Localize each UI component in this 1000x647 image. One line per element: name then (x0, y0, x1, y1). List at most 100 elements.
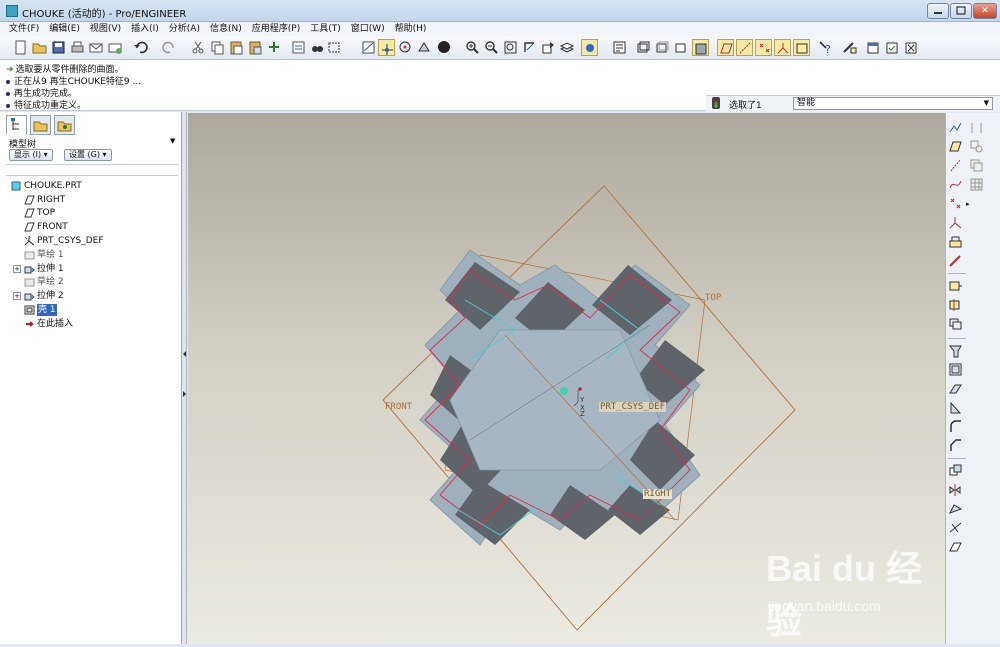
selection-box-icon[interactable] (326, 39, 343, 56)
redo-icon[interactable] (161, 39, 178, 56)
layers-icon[interactable] (559, 39, 576, 56)
email-attach-icon[interactable] (107, 39, 124, 56)
hidden-line-icon[interactable] (654, 39, 671, 56)
menu-view[interactable]: 视图(V) (85, 22, 126, 36)
menu-insert[interactable]: 插入(I) (126, 22, 164, 36)
regenerate-icon[interactable] (266, 39, 283, 56)
pattern-tool-icon[interactable] (969, 120, 984, 135)
hole-tool-icon[interactable] (948, 343, 963, 358)
shell-tool-icon[interactable] (948, 362, 963, 377)
toolbar-expand-icon[interactable]: ▸ (966, 200, 970, 208)
saved-views-icon[interactable] (540, 39, 557, 56)
rib-tool-icon[interactable] (948, 381, 963, 396)
sweep-tool-icon[interactable] (948, 316, 963, 331)
datum-point-tool-icon[interactable] (948, 196, 963, 211)
window-activate-icon[interactable] (884, 39, 901, 56)
chevron-down-icon[interactable]: ▼ (170, 137, 175, 145)
expand-plus-icon[interactable]: + (13, 265, 21, 273)
offset-tool-icon[interactable] (969, 158, 984, 173)
copy-feature-icon[interactable] (948, 463, 963, 478)
datum-label-top: TOP (705, 293, 722, 303)
email-icon[interactable] (88, 39, 105, 56)
close-button[interactable]: ✕ (973, 3, 997, 19)
new-file-icon[interactable] (12, 39, 29, 56)
zoom-in-icon[interactable] (464, 39, 481, 56)
csys-icon (24, 236, 35, 246)
window-new-icon[interactable] (865, 39, 882, 56)
reorient-icon[interactable] (521, 39, 538, 56)
datum-axis-tool-icon[interactable] (948, 158, 963, 173)
menu-applications[interactable]: 应用程序(P) (247, 22, 305, 36)
window-close-icon[interactable] (903, 39, 920, 56)
minimize-icon (934, 12, 942, 14)
orient-mode-icon[interactable] (397, 39, 414, 56)
menu-bar: 文件(F) 编辑(E) 视图(V) 插入(I) 分析(A) 信息(N) 应用程序(P) 工具(… (0, 22, 1000, 36)
datum-plane-tool-icon[interactable] (948, 139, 963, 154)
paste-special-icon[interactable] (247, 39, 264, 56)
revolve-tool-icon[interactable] (948, 297, 963, 312)
settings-button[interactable]: 设置 (G) ▾ (64, 149, 112, 161)
regen-manager-icon[interactable] (290, 39, 307, 56)
round-tool-icon[interactable] (948, 419, 963, 434)
extrude-tool-icon[interactable] (948, 278, 963, 293)
menu-file[interactable]: 文件(F) (4, 22, 44, 36)
spin-center-icon[interactable] (378, 39, 395, 56)
tab-model-tree[interactable] (6, 115, 27, 135)
minimize-button[interactable] (927, 3, 949, 19)
group-tool-icon[interactable] (969, 139, 984, 154)
annotation-toggle-icon[interactable] (793, 39, 810, 56)
datum-planes-toggle-icon[interactable] (717, 39, 734, 56)
datum-curve-tool-icon[interactable] (948, 177, 963, 192)
tab-favorites[interactable] (54, 115, 75, 135)
extrude-icon (24, 293, 35, 301)
refit-icon[interactable] (502, 39, 519, 56)
menu-edit[interactable]: 编辑(E) (44, 22, 85, 36)
save-icon[interactable] (50, 39, 67, 56)
csys-tool-icon[interactable] (948, 215, 963, 230)
undo-icon[interactable] (132, 39, 149, 56)
menu-info[interactable]: 信息(N) (205, 22, 247, 36)
repaint-icon[interactable] (360, 39, 377, 56)
open-folder-icon[interactable] (31, 39, 48, 56)
selection-filter-select[interactable]: 智能 ▼ (793, 97, 993, 110)
sketch-tool-icon[interactable] (948, 253, 963, 268)
panel-splitter[interactable] (182, 112, 187, 644)
zoom-out-icon[interactable] (483, 39, 500, 56)
draft-tool-icon[interactable] (948, 400, 963, 415)
shell-model (419, 249, 705, 546)
cut-icon[interactable] (190, 39, 207, 56)
datum-points-toggle-icon[interactable] (755, 39, 772, 56)
menu-analysis[interactable]: 分析(A) (164, 22, 205, 36)
menu-tools[interactable]: 工具(T) (305, 22, 346, 36)
print-icon[interactable] (69, 39, 86, 56)
show-button[interactable]: 显示 (I) ▾ (9, 149, 53, 161)
maximize-button[interactable] (950, 3, 972, 19)
no-hidden-icon[interactable] (673, 39, 690, 56)
sketcher-icon[interactable] (841, 39, 858, 56)
shaded-icon[interactable] (692, 39, 709, 56)
view-manager-icon[interactable] (416, 39, 433, 56)
tab-folder-browser[interactable] (30, 115, 51, 135)
datum-axes-toggle-icon[interactable] (736, 39, 753, 56)
chamfer-tool-icon[interactable] (948, 438, 963, 453)
toolbar-separator (948, 273, 966, 274)
menu-window[interactable]: 窗口(W) (346, 22, 390, 36)
wireframe-icon[interactable] (635, 39, 652, 56)
copy-icon[interactable] (209, 39, 226, 56)
merge-tool-icon[interactable] (948, 501, 963, 516)
expand-plus-icon[interactable]: + (13, 292, 21, 300)
context-help-icon[interactable]: ? (817, 39, 834, 56)
csys-toggle-icon[interactable] (774, 39, 791, 56)
paste-icon[interactable] (228, 39, 245, 56)
selection-filter-value: 智能 (797, 98, 816, 108)
menu-help[interactable]: 帮助(H) (390, 22, 432, 36)
datum-display-filter-icon[interactable] (948, 120, 963, 135)
find-icon[interactable] (309, 39, 326, 56)
warp-tool-icon[interactable] (969, 177, 984, 192)
appearance-icon[interactable] (581, 39, 598, 56)
mirror-tool-icon[interactable] (948, 482, 963, 497)
analysis-tool-icon[interactable] (948, 234, 963, 249)
model-display-icon[interactable] (611, 39, 628, 56)
trim-tool-icon[interactable] (948, 520, 963, 535)
shading-icon[interactable] (436, 39, 453, 56)
